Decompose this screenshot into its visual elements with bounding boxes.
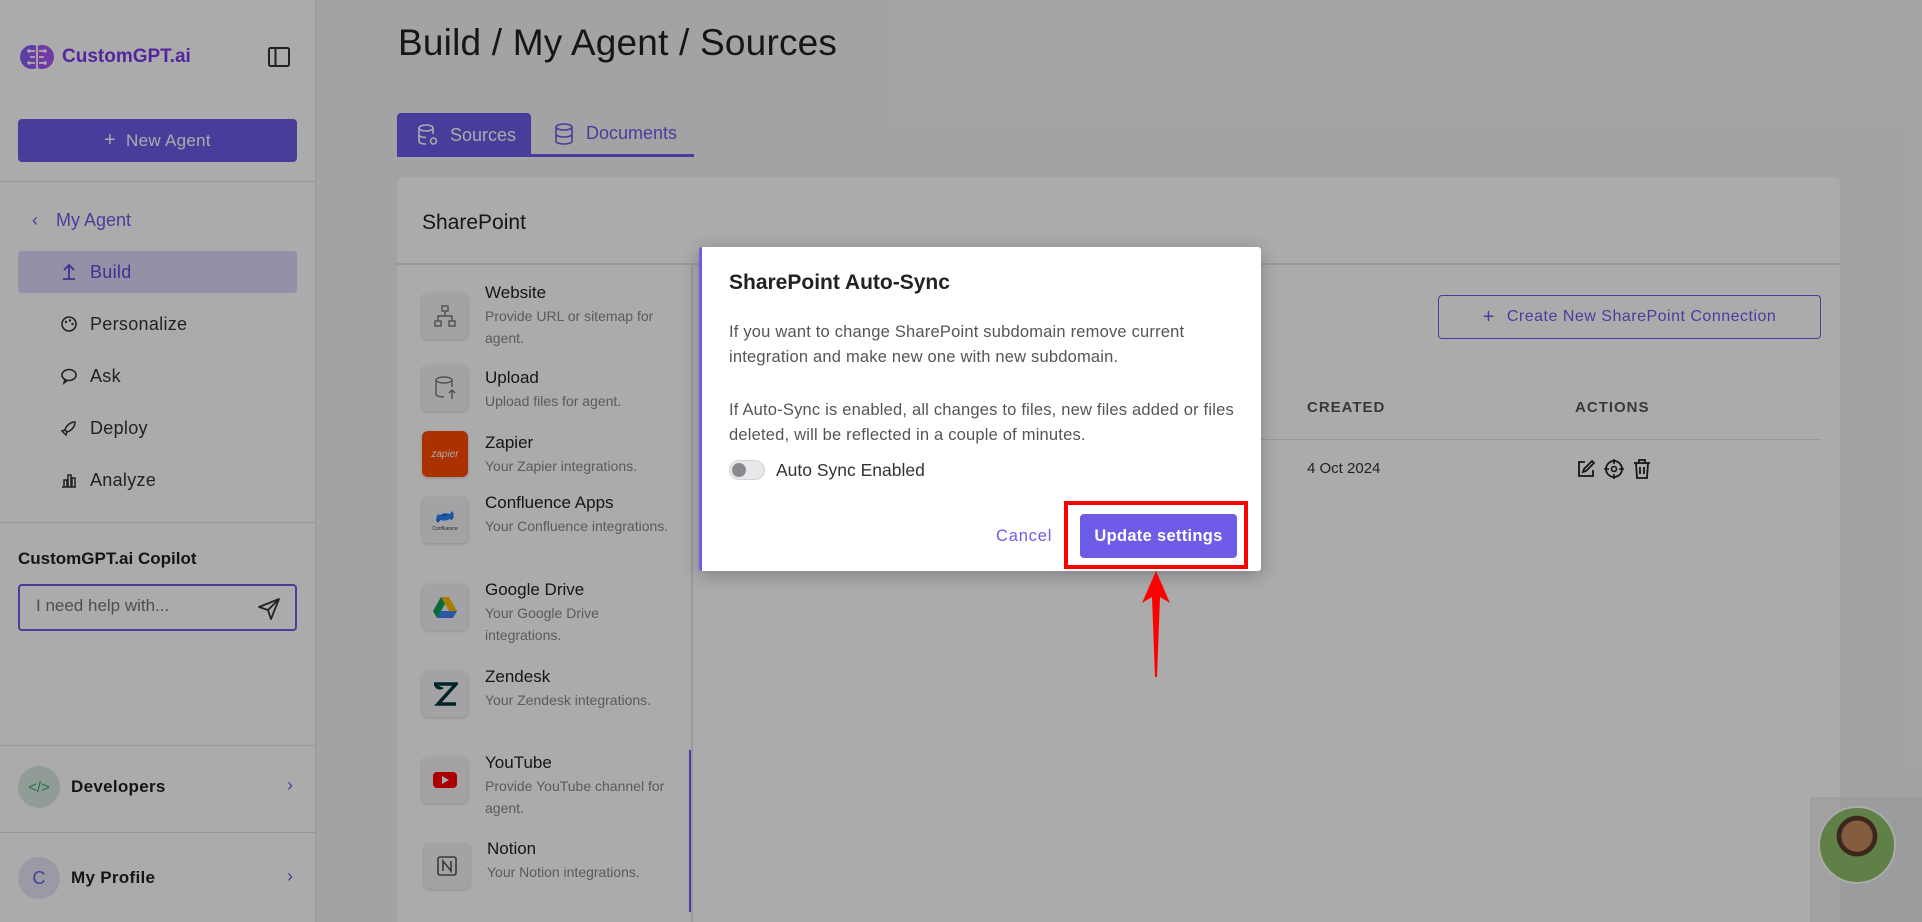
cancel-button[interactable]: Cancel <box>996 527 1052 546</box>
auto-sync-toggle[interactable] <box>729 460 765 480</box>
modal-title: SharePoint Auto-Sync <box>729 271 950 294</box>
toggle-knob <box>732 463 746 477</box>
annotation-highlight-box <box>1064 501 1248 569</box>
annotation-arrow-up-icon <box>1142 571 1170 677</box>
modal-autosync-text: If Auto-Sync is enabled, all changes to … <box>729 401 1234 444</box>
auto-sync-label: Auto Sync Enabled <box>776 460 925 480</box>
modal-subdomain-text: If you want to change SharePoint subdoma… <box>729 323 1185 366</box>
